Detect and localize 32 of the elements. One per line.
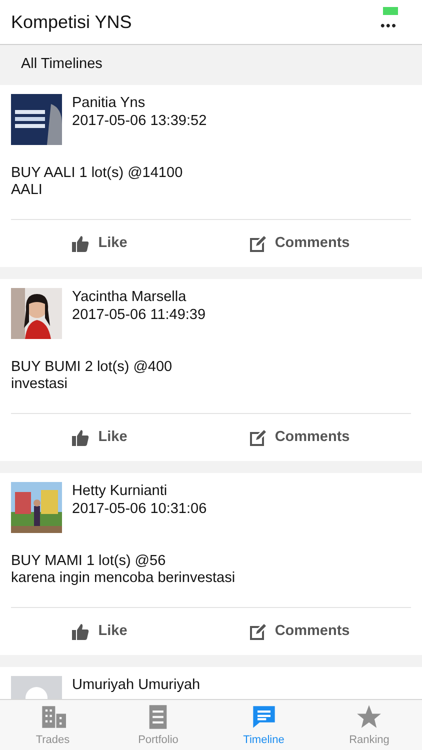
post-time: 2017-05-06 10:31:06 [72, 500, 207, 518]
user-name: Yacintha Marsella [72, 288, 188, 306]
like-button[interactable]: Like [72, 620, 128, 642]
comments-button[interactable]: Comments [250, 426, 350, 448]
post-time: 2017-05-06 11:49:39 [72, 306, 206, 324]
app-title: Kompetisi YNS [11, 10, 132, 34]
edit-icon [250, 624, 266, 640]
post-text: karena ingin mencoba berinvestasi [11, 570, 236, 587]
chat-icon [250, 704, 277, 730]
edit-icon [250, 430, 266, 446]
post-text: investasi [11, 376, 68, 393]
post-time: 2017-05-06 13:39:52 [72, 112, 207, 130]
thumbs-up-icon [72, 623, 90, 640]
edit-icon [250, 236, 266, 252]
battery-icon [383, 7, 398, 15]
comments-button[interactable]: Comments [250, 620, 350, 642]
post-text: AALI [11, 182, 44, 199]
user-name: Hetty Kurnianti [72, 482, 168, 500]
user-name: Panitia Yns [72, 94, 146, 112]
like-button[interactable]: Like [72, 426, 128, 448]
post-text: BUY BUMI 2 lot(s) @400 [11, 359, 174, 376]
more-menu-button[interactable]: ••• [380, 16, 397, 36]
comments-button[interactable]: Comments [250, 232, 350, 254]
like-button[interactable]: Like [72, 232, 128, 254]
post-text: BUY AALI 1 lot(s) @14100 [11, 165, 184, 182]
post-text: BUY MAMI 1 lot(s) @56 [11, 553, 167, 570]
user-name: Umuriyah Umuriyah [72, 676, 200, 694]
thumbs-up-icon [72, 429, 90, 446]
thumbs-up-icon [72, 235, 90, 252]
star-icon [356, 704, 382, 730]
section-title: All Timelines [21, 55, 102, 74]
building-icon [40, 704, 66, 730]
